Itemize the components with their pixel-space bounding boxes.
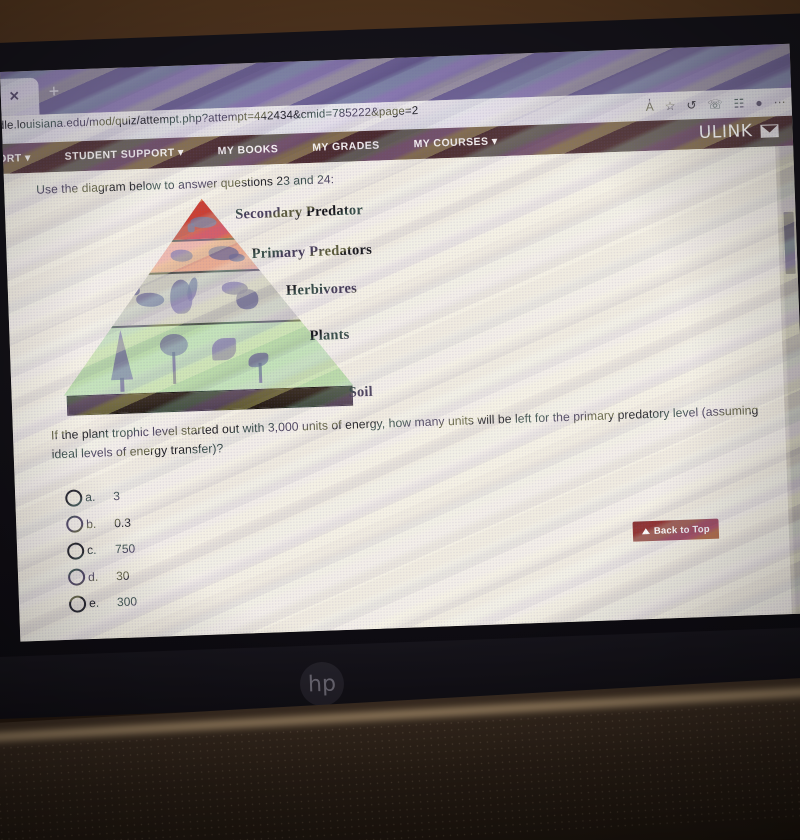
pyramid-label-soil: Soil <box>348 383 374 401</box>
plus-icon[interactable]: + <box>48 81 59 101</box>
option-value-d: 30 <box>115 568 130 583</box>
option-value-c: 750 <box>114 541 136 557</box>
nav-item-support-cut[interactable]: ORT ▾ <box>0 151 48 165</box>
option-value-b: 0.3 <box>113 515 132 530</box>
browser-essentials-icon[interactable]: ☷ <box>733 96 744 110</box>
nav-item-student-support[interactable]: STUDENT SUPPORT ▾ <box>47 146 200 163</box>
conifer-trunk <box>120 378 124 392</box>
laptop-screen: ✕ + dle.louisiana.edu/mod/quiz/attempt.p… <box>0 43 800 642</box>
history-icon[interactable]: ↺ <box>686 98 697 112</box>
option-letter-c: c. <box>86 543 97 558</box>
favorites-icon[interactable]: ☆ <box>665 99 676 113</box>
conifer-figure <box>109 329 133 380</box>
radio-button-b[interactable] <box>65 515 84 534</box>
back-to-top-button[interactable]: Back to Top <box>632 518 720 542</box>
predator-figure <box>188 223 195 232</box>
answer-option-a[interactable]: a. 3 <box>64 483 134 512</box>
answer-option-d[interactable]: d. 30 <box>67 562 137 591</box>
radio-button-e[interactable] <box>68 595 87 613</box>
answer-option-e[interactable]: e. 300 <box>68 588 138 617</box>
option-letter-d: d. <box>87 569 99 584</box>
radio-button-a[interactable] <box>64 489 83 507</box>
close-icon[interactable]: ✕ <box>9 88 20 104</box>
browser-toolbar-icons: A̓ ☆ ↺ ☏ ☷ ● ⋯ <box>645 90 786 119</box>
radio-button-d[interactable] <box>67 568 86 587</box>
more-options-icon[interactable]: ⋯ <box>773 95 785 109</box>
herbivore-figure <box>130 285 140 295</box>
photo-scene: ✕ + dle.louisiana.edu/mod/quiz/attempt.p… <box>0 0 800 840</box>
pyramid-label-herbivores: Herbivores <box>285 280 358 299</box>
back-to-top-label: Back to Top <box>653 523 710 537</box>
profile-icon[interactable]: ● <box>755 96 763 110</box>
answer-options: a. 3 b. 0.3 c. 750 d. 30 e. 300 <box>64 483 138 618</box>
nav-item-my-books[interactable]: MY BOOKS <box>200 142 295 157</box>
radio-button-c[interactable] <box>66 542 85 560</box>
envelope-icon[interactable] <box>760 124 779 138</box>
ulink-logo[interactable]: ULINK <box>698 121 752 143</box>
pyramid-label-plants: Plants <box>309 326 350 345</box>
option-letter-a: a. <box>85 490 96 505</box>
triangle-up-icon <box>641 528 651 535</box>
read-aloud-icon[interactable]: A̓ <box>646 100 655 114</box>
answer-option-c[interactable]: c. 750 <box>66 535 136 564</box>
nav-item-my-courses[interactable]: MY COURSES ▾ <box>396 135 514 151</box>
nav-item-my-grades[interactable]: MY GRADES <box>295 139 397 155</box>
option-letter-e: e. <box>88 596 100 611</box>
herbivore-figure <box>236 289 259 310</box>
option-value-e: 300 <box>116 594 138 610</box>
energy-pyramid-diagram <box>57 194 354 416</box>
answer-option-b[interactable]: b. 0.3 <box>65 509 135 538</box>
option-value-a: 3 <box>113 489 121 504</box>
option-letter-b: b. <box>85 516 97 531</box>
collections-icon[interactable]: ☏ <box>707 97 723 112</box>
